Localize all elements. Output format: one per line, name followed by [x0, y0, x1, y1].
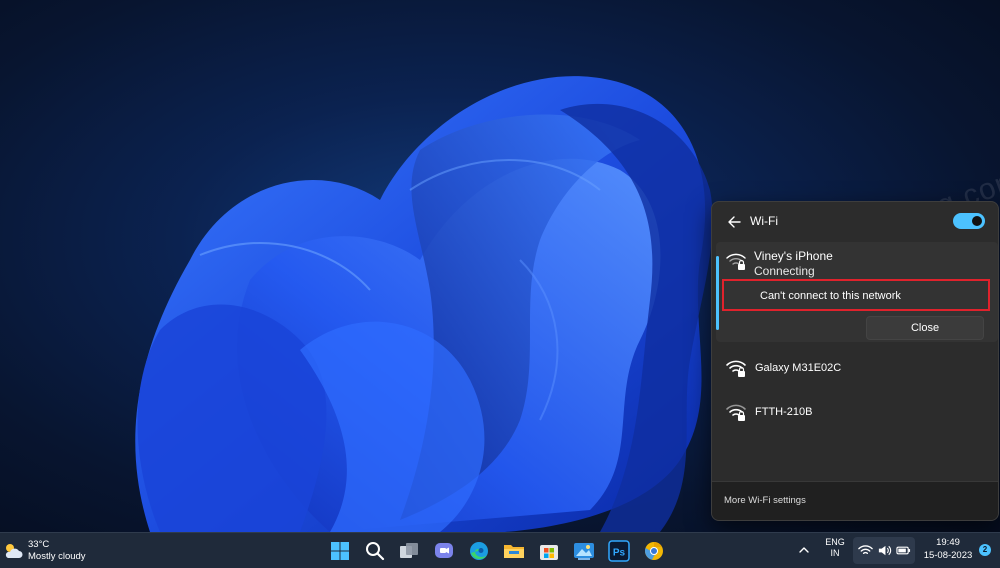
- photoshop-label: Ps: [613, 548, 626, 559]
- file-explorer-icon[interactable]: [501, 538, 527, 564]
- system-clock[interactable]: 19:49 15-08-2023: [920, 537, 976, 562]
- chevron-up-icon[interactable]: [797, 543, 811, 557]
- partly-cloudy-icon: [5, 544, 23, 558]
- region-code: IN: [830, 548, 840, 558]
- network-item[interactable]: FTTH-210B: [716, 392, 998, 432]
- wifi-title: Wi-Fi: [750, 214, 778, 228]
- close-button[interactable]: Close: [866, 316, 984, 340]
- volume-icon: [878, 545, 892, 556]
- battery-icon: [896, 546, 911, 555]
- wifi-footer: More Wi-Fi settings: [712, 481, 998, 520]
- more-wifi-settings-link[interactable]: More Wi-Fi settings: [724, 495, 806, 506]
- windows-start-icon[interactable]: [327, 538, 353, 564]
- wifi-icon: [858, 545, 873, 555]
- weather-description: Mostly cloudy: [28, 551, 86, 562]
- quick-settings-button[interactable]: [853, 537, 915, 564]
- edge-icon[interactable]: [466, 538, 492, 564]
- connection-error-message: Can't connect to this network: [760, 290, 901, 302]
- photos-icon[interactable]: [571, 538, 597, 564]
- taskbar: 33°C Mostly cloudy Ps ENG IN 19:49 15-08…: [0, 532, 1000, 568]
- wifi-secured-icon: [726, 253, 746, 270]
- back-arrow-icon[interactable]: [724, 211, 746, 233]
- weather-temperature: 33°C: [28, 539, 50, 550]
- wifi-header: Wi-Fi: [712, 202, 998, 242]
- task-view-icon[interactable]: [396, 538, 422, 564]
- error-highlight-box: Can't connect to this network: [722, 279, 990, 311]
- toggle-knob: [972, 216, 982, 226]
- network-item-connecting[interactable]: Viney's iPhone Connecting Can't connect …: [716, 242, 998, 342]
- language-code: ENG: [825, 537, 845, 547]
- clock-time: 19:49: [936, 537, 960, 548]
- wifi-flyout: Wi-Fi Viney's iPhone Connecting Can't co…: [711, 201, 999, 521]
- notification-badge[interactable]: 2: [979, 544, 991, 556]
- weather-widget[interactable]: 33°C Mostly cloudy: [2, 537, 102, 565]
- input-language-indicator[interactable]: ENG IN: [822, 537, 848, 559]
- photoshop-icon[interactable]: Ps: [606, 538, 632, 564]
- selected-accent-bar: [716, 256, 719, 330]
- wifi-secured-icon: [726, 360, 746, 377]
- network-status: Connecting: [754, 264, 815, 278]
- chrome-canary-icon[interactable]: [641, 538, 667, 564]
- teams-chat-icon[interactable]: [431, 538, 457, 564]
- network-name: Viney's iPhone: [754, 249, 833, 263]
- wifi-secured-icon: [726, 404, 746, 421]
- network-name: FTTH-210B: [755, 406, 813, 418]
- wifi-toggle[interactable]: [953, 213, 985, 229]
- clock-date: 15-08-2023: [923, 550, 973, 561]
- network-item[interactable]: Galaxy M31E02C: [716, 348, 998, 388]
- microsoft-store-icon[interactable]: [536, 538, 562, 564]
- search-icon[interactable]: [362, 538, 388, 564]
- network-name: Galaxy M31E02C: [755, 362, 842, 374]
